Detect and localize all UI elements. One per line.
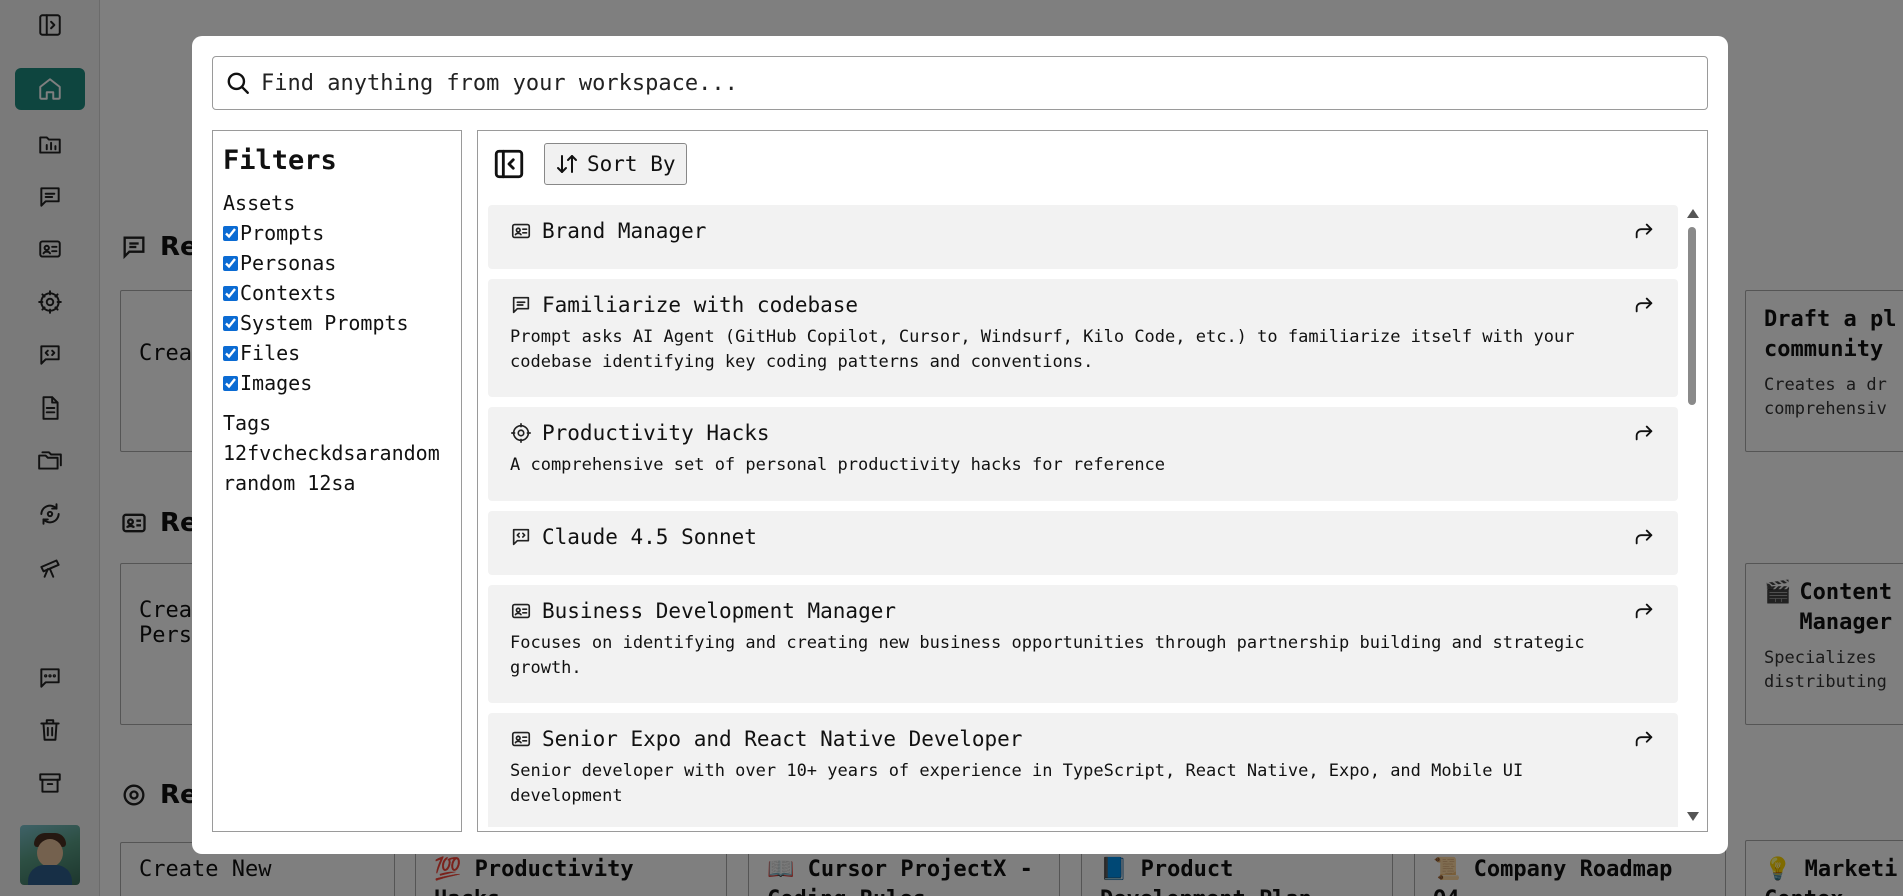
results-list: Brand Manager Familiarize with codebase … [488,205,1678,827]
result-description: A comprehensive set of personal producti… [510,455,1166,475]
tags-section: Tags 12fvcheckdsarandom random 12sa [223,408,451,498]
filter-contexts[interactable]: Contexts [223,278,451,308]
filter-prompts[interactable]: Prompts [223,218,451,248]
result-item-senior-expo-developer[interactable]: Senior Expo and React Native Developer S… [488,713,1678,827]
result-item-brand-manager[interactable]: Brand Manager [488,205,1678,269]
tags-label: Tags [223,411,272,435]
search-modal: Filters Assets Prompts Personas Contexts… [192,36,1728,854]
filter-prompts-checkbox[interactable] [223,225,238,241]
filter-personas-checkbox[interactable] [223,255,238,271]
cog-icon [511,423,531,443]
open-result-button[interactable] [1632,525,1656,549]
result-item-business-development-manager[interactable]: Business Development Manager Focuses on … [488,585,1678,703]
forward-arrow-icon [1635,425,1653,441]
message-square-icon [512,296,530,314]
filter-system-prompts[interactable]: System Prompts [223,308,451,338]
id-card-icon [511,731,531,747]
filters-title: Filters [223,145,337,176]
result-title: Productivity Hacks [542,421,770,445]
forward-arrow-icon [1635,529,1653,545]
forward-arrow-icon [1635,297,1653,313]
tag-item[interactable]: random 12sa [223,468,451,498]
results-toolbar: Sort By [492,143,687,185]
id-card-icon [511,603,531,619]
result-description: Focuses on identifying and creating new … [510,633,1585,678]
result-title: Claude 4.5 Sonnet [542,525,757,549]
filter-images-checkbox[interactable] [223,375,238,391]
result-title: Senior Expo and React Native Developer [542,727,1023,751]
filter-personas[interactable]: Personas [223,248,451,278]
search-icon [227,72,249,94]
filter-system-prompts-checkbox[interactable] [223,315,238,331]
scroll-thumb[interactable] [1688,227,1696,405]
assets-label: Assets [223,191,296,215]
sort-arrows-icon [557,155,577,173]
filter-files-checkbox[interactable] [223,345,238,361]
result-description: Prompt asks AI Agent (GitHub Copilot, Cu… [510,327,1575,372]
open-result-button[interactable] [1632,421,1656,445]
search-bar [212,56,1708,110]
scroll-up-arrow[interactable] [1687,209,1699,218]
panel-left-close-icon [494,149,524,179]
results-scrollbar[interactable] [1685,209,1699,821]
result-title: Brand Manager [542,219,707,243]
message-code-icon [512,528,530,546]
open-result-button[interactable] [1632,293,1656,317]
result-item-productivity-hacks[interactable]: Productivity Hacks A comprehensive set o… [488,407,1678,501]
results-panel: Sort By Brand Manager Familiarize with c… [477,130,1708,832]
sort-by-button[interactable]: Sort By [544,143,687,185]
collapse-filters-button[interactable] [492,146,526,182]
tag-item[interactable]: 12fvcheckdsarandom [223,438,451,468]
result-item-familiarize-codebase[interactable]: Familiarize with codebase Prompt asks AI… [488,279,1678,397]
filters-panel: Filters Assets Prompts Personas Contexts… [212,130,462,832]
result-description: Senior developer with over 10+ years of … [510,761,1524,806]
id-card-icon [511,223,531,239]
open-result-button[interactable] [1632,599,1656,623]
result-item-claude-sonnet[interactable]: Claude 4.5 Sonnet [488,511,1678,575]
forward-arrow-icon [1635,603,1653,619]
filter-contexts-checkbox[interactable] [223,285,238,301]
forward-arrow-icon [1635,223,1653,239]
scroll-down-arrow[interactable] [1687,812,1699,821]
result-title: Business Development Manager [542,599,897,623]
search-input[interactable] [261,70,1681,96]
open-result-button[interactable] [1632,727,1656,751]
result-title: Familiarize with codebase [542,293,859,317]
open-result-button[interactable] [1632,219,1656,243]
filter-files[interactable]: Files [223,338,451,368]
forward-arrow-icon [1635,731,1653,747]
filter-images[interactable]: Images [223,368,451,398]
